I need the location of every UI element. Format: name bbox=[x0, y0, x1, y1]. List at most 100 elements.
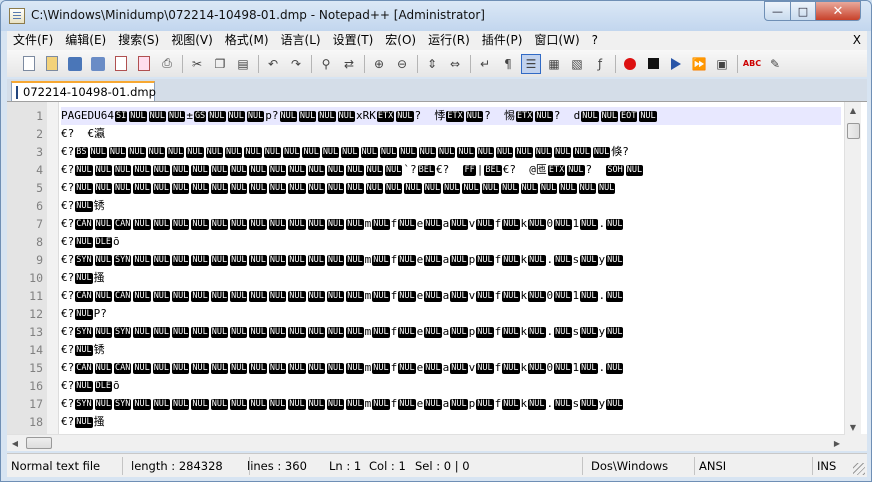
close-icon[interactable] bbox=[111, 54, 131, 74]
horizontal-scroll-thumb[interactable] bbox=[26, 437, 52, 449]
spell-check-icon[interactable]: ABC bbox=[742, 54, 762, 74]
control-char: NUL bbox=[326, 183, 345, 194]
menu-plugins[interactable]: 插件(P) bbox=[476, 31, 529, 50]
notepad-app-icon[interactable] bbox=[9, 8, 25, 24]
vertical-scrollbar[interactable]: ▲ ▼ bbox=[844, 102, 861, 435]
menu-settings[interactable]: 设置(T) bbox=[327, 31, 380, 50]
menu-window[interactable]: 窗口(W) bbox=[528, 31, 585, 50]
sync-horizontal-icon[interactable]: ⇔ bbox=[445, 54, 465, 74]
text-line[interactable]: €? NUL P? bbox=[61, 305, 841, 323]
tab-document[interactable]: 072214-10498-01.dmp bbox=[11, 81, 156, 101]
zoom-in-icon[interactable]: ⊕ bbox=[369, 54, 389, 74]
menu-format[interactable]: 格式(M) bbox=[219, 31, 275, 50]
text-area[interactable]: PAGEDU64 SI NUL NUL NUL ± GS NUL NUL NUL p? NUL NUL N… bbox=[59, 102, 844, 435]
text-line[interactable]: €? NUL 锈 bbox=[61, 197, 841, 215]
text-line[interactable]: €? NUL DLE ō bbox=[61, 377, 841, 395]
control-char: NUL bbox=[288, 183, 306, 194]
spell-check-options-icon[interactable]: ✎ bbox=[765, 54, 785, 74]
save-icon[interactable] bbox=[65, 54, 85, 74]
text-line[interactable]: €? SYN NUL SYN NUL NUL NUL NUL NUL NUL NUL NUL NUL NU… bbox=[61, 251, 841, 269]
paste-icon[interactable]: ▤ bbox=[233, 54, 253, 74]
show-all-chars-icon[interactable]: ¶ bbox=[498, 54, 518, 74]
menu-edit[interactable]: 编辑(E) bbox=[59, 31, 112, 50]
udl-icon[interactable]: ▦ bbox=[544, 54, 564, 74]
scroll-left-icon[interactable]: ◀ bbox=[7, 435, 23, 451]
control-char: NUL bbox=[398, 327, 416, 338]
text-line[interactable]: €? NUL 锈 bbox=[61, 341, 841, 359]
control-char: NUL bbox=[476, 219, 494, 230]
control-char: NUL bbox=[398, 219, 416, 230]
menu-search[interactable]: 搜索(S) bbox=[112, 31, 165, 50]
zoom-out-icon[interactable]: ⊖ bbox=[392, 54, 412, 74]
replace-icon[interactable]: ⇄ bbox=[339, 54, 359, 74]
copy-icon[interactable]: ❐ bbox=[210, 54, 230, 74]
control-char: NUL bbox=[321, 147, 340, 158]
text-run: s bbox=[572, 397, 580, 410]
text-run: s bbox=[572, 325, 580, 338]
print-icon[interactable]: ⎙ bbox=[157, 54, 177, 74]
sync-vertical-icon[interactable]: ⇕ bbox=[422, 54, 442, 74]
save-macro-icon[interactable]: ▣ bbox=[712, 54, 732, 74]
text-line[interactable]: €? CAN NUL CAN NUL NUL NUL NUL NUL NUL NUL NUL NUL NU… bbox=[61, 359, 841, 377]
text-run: v bbox=[468, 289, 476, 302]
function-list-icon[interactable]: ƒ bbox=[590, 54, 610, 74]
fold-margin[interactable] bbox=[47, 102, 59, 435]
menu-language[interactable]: 语言(L) bbox=[275, 31, 327, 50]
text-line[interactable]: €? CAN NUL CAN NUL NUL NUL NUL NUL NUL NUL NUL NUL NU… bbox=[61, 215, 841, 233]
new-file-icon[interactable] bbox=[19, 54, 39, 74]
text-line[interactable]: €? NUL DLE ō bbox=[61, 233, 841, 251]
minimize-button[interactable]: — bbox=[764, 1, 791, 21]
line-number-gutter[interactable]: 1 2 3 4 5 6 7 8 9 10 11 12 13 14 15 16 17 18 bbox=[7, 102, 47, 435]
control-char: NUL bbox=[600, 111, 618, 122]
control-char: NUL bbox=[307, 327, 325, 338]
undo-icon[interactable]: ↶ bbox=[263, 54, 283, 74]
word-wrap-icon[interactable]: ↵ bbox=[475, 54, 495, 74]
redo-icon[interactable]: ↷ bbox=[286, 54, 306, 74]
close-document-button[interactable]: X bbox=[853, 31, 861, 50]
cut-icon[interactable]: ✂ bbox=[187, 54, 207, 74]
resize-grip-icon[interactable] bbox=[853, 463, 865, 475]
text-line[interactable]: €? NUL 搔 bbox=[61, 269, 841, 287]
stop-record-icon[interactable] bbox=[643, 54, 663, 74]
save-all-icon[interactable] bbox=[88, 54, 108, 74]
text-run: €? bbox=[61, 415, 75, 428]
text-line[interactable]: €? SYN NUL SYN NUL NUL NUL NUL NUL NUL NUL NUL NUL NU… bbox=[61, 323, 841, 341]
text-run: €? bbox=[61, 361, 75, 374]
text-line[interactable]: €? SYN NUL SYN NUL NUL NUL NUL NUL NUL NUL NUL NUL NU… bbox=[61, 395, 841, 413]
vertical-scroll-thumb[interactable] bbox=[847, 123, 860, 139]
control-char: NUL bbox=[307, 165, 325, 176]
text-run: €? bbox=[61, 235, 75, 248]
text-line[interactable]: €? €瀛 bbox=[61, 125, 841, 143]
text-line[interactable]: €? BS NUL NUL NUL NUL NUL NUL NUL NUL NUL NUL NUL NUL… bbox=[61, 143, 841, 161]
control-char: NUL bbox=[210, 291, 229, 302]
open-file-icon[interactable] bbox=[42, 54, 62, 74]
run-macro-multiple-icon[interactable]: ⏩ bbox=[689, 54, 709, 74]
menu-run[interactable]: 运行(R) bbox=[422, 31, 476, 50]
text-run: ō bbox=[112, 235, 120, 248]
play-macro-icon[interactable] bbox=[666, 54, 686, 74]
text-run: . bbox=[546, 253, 554, 266]
menu-file[interactable]: 文件(F) bbox=[7, 31, 59, 50]
close-all-icon[interactable] bbox=[134, 54, 154, 74]
text-line[interactable]: PAGEDU64 SI NUL NUL NUL ± GS NUL NUL NUL p? NUL NUL N… bbox=[61, 107, 841, 125]
menu-macro[interactable]: 宏(O) bbox=[379, 31, 422, 50]
text-run: €? bbox=[61, 379, 75, 392]
menu-view[interactable]: 视图(V) bbox=[165, 31, 219, 50]
scroll-up-icon[interactable]: ▲ bbox=[845, 102, 861, 118]
close-window-button[interactable]: ✕ bbox=[815, 1, 861, 21]
record-macro-icon[interactable] bbox=[620, 54, 640, 74]
find-icon[interactable]: ⚲ bbox=[316, 54, 336, 74]
doc-map-icon[interactable]: ▧ bbox=[567, 54, 587, 74]
title-bar[interactable]: C:\Windows\Minidump\072214-10498-01.dmp … bbox=[1, 1, 871, 31]
editor[interactable]: 1 2 3 4 5 6 7 8 9 10 11 12 13 14 15 16 17 18 PAGEDU64 SI NU… bbox=[7, 101, 867, 435]
text-line[interactable]: €? NUL NUL NUL NUL NUL NUL NUL NUL NUL NUL NUL NUL NU… bbox=[61, 179, 841, 197]
maximize-button[interactable]: □ bbox=[790, 1, 816, 21]
horizontal-scrollbar[interactable]: ◀ ▶ bbox=[7, 434, 845, 451]
text-line[interactable]: €? NUL 搔 bbox=[61, 413, 841, 431]
text-line[interactable]: €? CAN NUL CAN NUL NUL NUL NUL NUL NUL NUL NUL NUL NU… bbox=[61, 287, 841, 305]
text-line[interactable]: €? NUL NUL NUL NUL NUL NUL NUL NUL NUL NUL NUL NUL NU… bbox=[61, 161, 841, 179]
indent-guide-icon[interactable]: ☰ bbox=[521, 53, 541, 74]
scroll-right-icon[interactable]: ▶ bbox=[829, 435, 845, 451]
menu-help[interactable]: ? bbox=[586, 31, 604, 50]
scroll-down-icon[interactable]: ▼ bbox=[845, 419, 861, 435]
